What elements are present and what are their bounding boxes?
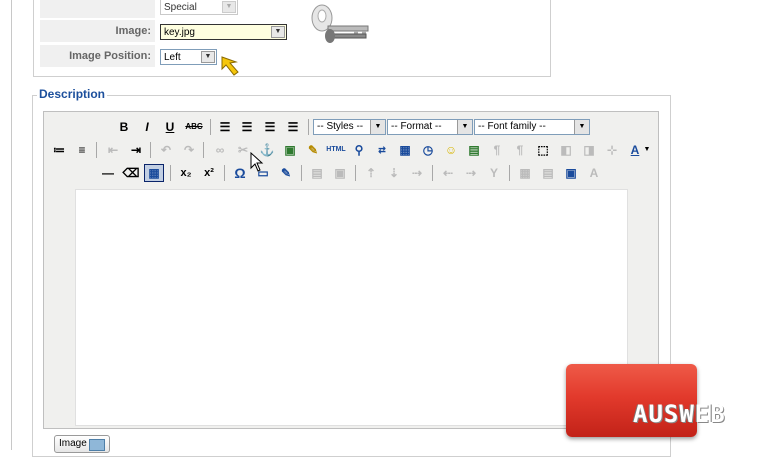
align-justify-icon[interactable]: ☰ xyxy=(283,118,303,136)
link-icon[interactable]: ∞ xyxy=(210,141,230,159)
mouse-pointer-icon xyxy=(250,152,264,172)
special-row-label xyxy=(40,0,155,18)
absolute-icon[interactable]: ⊹ xyxy=(602,141,622,159)
ausweb-logo-text: AUSWEB xyxy=(633,400,726,428)
numbered-list-icon[interactable]: ≡ xyxy=(72,141,92,159)
image-row-label: Image: xyxy=(40,20,155,42)
toolbar-separator xyxy=(432,165,433,181)
chevron-down-icon[interactable]: ▼ xyxy=(642,141,652,159)
insert-col-before-icon[interactable]: ⇠ xyxy=(438,164,458,182)
table-props-icon[interactable]: ▣ xyxy=(561,164,581,182)
row-props-icon[interactable]: ▤ xyxy=(307,164,327,182)
toolbar-separator xyxy=(308,119,309,135)
toolbar-separator xyxy=(301,165,302,181)
image-position-value: Left xyxy=(164,52,181,63)
insert-image-icon[interactable]: ▣ xyxy=(280,141,300,159)
insert-row-before-icon[interactable]: ⇡ xyxy=(361,164,381,182)
delete-row-icon[interactable]: ⇢ xyxy=(407,164,427,182)
special-char-button[interactable]: Ω xyxy=(230,164,250,182)
chevron-down-icon: ▼ xyxy=(457,120,472,134)
format-select[interactable]: -- Format -- ▼ xyxy=(387,119,473,135)
chevron-down-icon: ▼ xyxy=(222,1,236,13)
cleanup-icon[interactable]: ✎ xyxy=(303,141,323,159)
superscript-button[interactable]: x² xyxy=(199,164,219,182)
horizontal-rule-icon[interactable]: — xyxy=(98,164,118,182)
table-icon[interactable]: ▦ xyxy=(144,164,164,182)
format-select-label: -- Format -- xyxy=(391,121,442,132)
toolbar-separator xyxy=(355,165,356,181)
cell-props-icon[interactable]: ▣ xyxy=(330,164,350,182)
toolbar-separator xyxy=(509,165,510,181)
image-icon xyxy=(89,439,105,451)
chevron-down-icon: ▼ xyxy=(574,120,589,134)
html-source-icon[interactable]: HTML xyxy=(326,141,346,159)
image-position-select[interactable]: Left ▼ xyxy=(160,49,217,65)
keys-image-preview xyxy=(311,4,369,43)
emotions-icon[interactable]: ☺ xyxy=(441,141,461,159)
editor-content-area[interactable] xyxy=(75,189,628,426)
visual-aid-icon[interactable]: ⬚ xyxy=(533,141,553,159)
insert-col-after-icon[interactable]: ⇢ xyxy=(461,164,481,182)
font-family-select[interactable]: -- Font family -- ▼ xyxy=(474,119,590,135)
chevron-down-icon: ▼ xyxy=(271,26,285,38)
delete-col-icon[interactable]: Y xyxy=(484,164,504,182)
media-icon[interactable]: ▤ xyxy=(464,141,484,159)
chevron-down-icon: ▼ xyxy=(201,51,215,63)
underline-button[interactable]: U xyxy=(160,118,180,136)
toolbar-separator xyxy=(210,119,211,135)
style-props-icon[interactable]: ◨ xyxy=(579,141,599,159)
styles-select-label: -- Styles -- xyxy=(317,121,364,132)
split-cells-icon[interactable]: ▦ xyxy=(515,164,535,182)
indent-icon[interactable]: ⇥ xyxy=(126,141,146,159)
left-border xyxy=(11,0,12,450)
font-family-select-label: -- Font family -- xyxy=(478,121,546,132)
image-select-value: key.jpg xyxy=(164,27,195,38)
undo-icon[interactable]: ↶ xyxy=(156,141,176,159)
bullet-list-icon[interactable]: ≔ xyxy=(49,141,69,159)
edit-attributes-icon[interactable]: ✎ xyxy=(276,164,296,182)
toolbar-row-1: B I U ABC ☰ ☰ ☰ ☰ -- Styles -- ▼ -- Form… xyxy=(44,116,658,138)
outdent-icon[interactable]: ⇤ xyxy=(103,141,123,159)
replace-icon[interactable]: ⇄ xyxy=(372,141,392,159)
insert-row-after-icon[interactable]: ⇣ xyxy=(384,164,404,182)
image-button-label: Image xyxy=(59,438,87,449)
description-legend: Description xyxy=(37,87,108,101)
insert-layer-icon[interactable]: ◧ xyxy=(556,141,576,159)
insert-image-row-icon[interactable]: A xyxy=(584,164,604,182)
insert-time-icon[interactable]: ◷ xyxy=(418,141,438,159)
chevron-down-icon: ▼ xyxy=(370,120,385,134)
image-label: Image: xyxy=(115,25,151,37)
toolbar-separator xyxy=(203,142,204,158)
toolbar-row-3: — ⌫ ▦ x₂ x² Ω ▭ ✎ ▤ ▣ ⇡ ⇣ ⇢ ⇠ ⇢ Y ▦ ▤ ▣ … xyxy=(44,162,658,184)
find-icon[interactable]: ⚲ xyxy=(349,141,369,159)
toolbar-row-2: ≔ ≡ ⇤ ⇥ ↶ ↷ ∞ ✂ ⚓ ▣ ✎ HTML ⚲ ⇄ ▦ ◷ ☺ ▤ ¶… xyxy=(44,139,658,161)
rtl-icon[interactable]: ¶ xyxy=(510,141,530,159)
merge-cells-icon[interactable]: ▤ xyxy=(538,164,558,182)
toolbar-separator xyxy=(150,142,151,158)
redo-icon[interactable]: ↷ xyxy=(179,141,199,159)
image-position-label: Image Position: xyxy=(69,50,151,62)
bold-button[interactable]: B xyxy=(114,118,134,136)
strikethrough-button[interactable]: ABC xyxy=(184,118,204,136)
image-position-row-label: Image Position: xyxy=(40,45,155,67)
remove-format-icon[interactable]: ⌫ xyxy=(121,164,141,182)
italic-button[interactable]: I xyxy=(137,118,157,136)
yellow-pointer-icon xyxy=(221,56,239,76)
subscript-button[interactable]: x₂ xyxy=(176,164,196,182)
toolbar-separator xyxy=(96,142,97,158)
align-left-icon[interactable]: ☰ xyxy=(215,118,235,136)
insert-date-icon[interactable]: ▦ xyxy=(395,141,415,159)
ltr-icon[interactable]: ¶ xyxy=(487,141,507,159)
toolbar-separator xyxy=(170,165,171,181)
align-center-icon[interactable]: ☰ xyxy=(237,118,257,136)
align-right-icon[interactable]: ☰ xyxy=(260,118,280,136)
special-select[interactable]: Special ▼ xyxy=(160,0,238,15)
image-select[interactable]: key.jpg ▼ xyxy=(160,24,287,40)
toolbar-separator xyxy=(224,165,225,181)
image-button[interactable]: Image xyxy=(54,435,110,453)
styles-select[interactable]: -- Styles -- ▼ xyxy=(313,119,386,135)
special-select-value: Special xyxy=(164,2,197,13)
